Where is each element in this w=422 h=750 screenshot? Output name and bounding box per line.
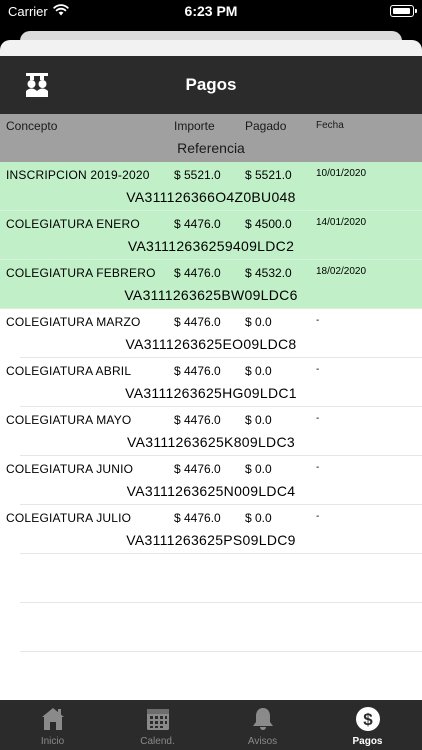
- payment-fecha: 14/01/2020: [316, 217, 367, 228]
- dollar-icon: $: [356, 707, 380, 731]
- payment-referencia: VA31112636259409LDC2: [127, 238, 295, 254]
- column-referencia: Referencia: [177, 140, 245, 156]
- empty-row: [0, 652, 422, 701]
- payment-referencia: VA3111263625N009LDC4: [126, 483, 296, 499]
- tab-label: Avisos: [247, 736, 278, 747]
- payment-referencia: VA3111263625K809LDC3: [127, 434, 295, 450]
- payment-pagado: $ 5521.0: [245, 168, 292, 182]
- bell-icon: [253, 708, 273, 730]
- payment-row[interactable]: COLEGIATURA FEBRERO $ 4476.0 $ 4532.0 18…: [0, 260, 422, 309]
- payment-fecha: 10/01/2020: [316, 168, 367, 179]
- payment-importe: $ 4476.0: [174, 413, 221, 427]
- payment-fecha: -: [316, 364, 320, 375]
- payment-pagado: $ 0.0: [245, 462, 272, 476]
- payment-importe: $ 4476.0: [174, 217, 221, 231]
- payment-importe: $ 5521.0: [174, 168, 221, 182]
- status-time: 6:23 PM: [184, 3, 238, 19]
- payment-row[interactable]: INSCRIPCION 2019-2020 $ 5521.0 $ 5521.0 …: [0, 162, 422, 211]
- tab-label: Calend.: [140, 736, 175, 747]
- payment-fecha: -: [316, 462, 320, 473]
- payment-fecha: -: [316, 511, 320, 522]
- payment-fecha: 18/02/2020: [316, 266, 367, 277]
- battery-icon: [390, 5, 417, 17]
- tab-calendario[interactable]: Calend.: [105, 700, 210, 750]
- payment-referencia: VA3111263625EO09LDC8: [125, 336, 297, 352]
- payment-concepto: COLEGIATURA MAYO: [6, 413, 132, 427]
- payment-referencia: VA3111263625PS09LDC9: [126, 532, 296, 548]
- column-importe: Importe: [174, 119, 215, 133]
- tab-pagos[interactable]: $ Pagos: [315, 700, 420, 750]
- payment-referencia: VA3111263625BW09LDC6: [124, 287, 298, 303]
- payment-concepto: COLEGIATURA JULIO: [6, 511, 132, 525]
- payment-importe: $ 4476.0: [174, 266, 221, 280]
- payment-concepto: COLEGIATURA FEBRERO: [6, 266, 156, 280]
- payment-concepto: COLEGIATURA JUNIO: [6, 462, 134, 476]
- payment-pagado: $ 4500.0: [245, 217, 292, 231]
- payment-pagado: $ 0.0: [245, 511, 272, 525]
- payment-referencia: VA3111263625HG09LDC1: [125, 385, 297, 401]
- tab-label: Pagos: [352, 736, 383, 747]
- tab-inicio[interactable]: Inicio: [0, 700, 105, 750]
- table-header: Concepto Importe Pagado Fecha Referencia: [0, 114, 422, 162]
- payment-row[interactable]: COLEGIATURA JULIO $ 4476.0 $ 0.0 - VA311…: [0, 505, 422, 554]
- page-title: Pagos: [185, 75, 237, 94]
- tab-bar: Inicio Calend. Avisos $ Pagos: [0, 700, 422, 750]
- home-icon: [42, 708, 64, 730]
- payment-referencia: VA311126366O4Z0BU048: [126, 189, 296, 205]
- payment-row[interactable]: COLEGIATURA JUNIO $ 4476.0 $ 0.0 - VA311…: [0, 456, 422, 505]
- column-concepto: Concepto: [6, 119, 58, 133]
- payment-importe: $ 4476.0: [174, 462, 221, 476]
- payment-concepto: INSCRIPCION 2019-2020: [6, 168, 150, 182]
- column-fecha: Fecha: [316, 120, 344, 131]
- status-bar: Carrier 6:23 PM: [0, 0, 422, 22]
- payment-row[interactable]: COLEGIATURA MARZO $ 4476.0 $ 0.0 - VA311…: [0, 309, 422, 358]
- nav-header: Pagos: [0, 56, 422, 114]
- payment-row[interactable]: COLEGIATURA MAYO $ 4476.0 $ 0.0 - VA3111…: [0, 407, 422, 456]
- payment-concepto: COLEGIATURA MARZO: [6, 315, 141, 329]
- payment-importe: $ 4476.0: [174, 315, 221, 329]
- payment-pagado: $ 0.0: [245, 315, 272, 329]
- tab-avisos[interactable]: Avisos: [210, 700, 315, 750]
- payment-row[interactable]: COLEGIATURA ABRIL $ 4476.0 $ 0.0 - VA311…: [0, 358, 422, 407]
- calendar-icon: [147, 709, 169, 730]
- payments-list: INSCRIPCION 2019-2020 $ 5521.0 $ 5521.0 …: [0, 162, 422, 701]
- column-pagado: Pagado: [245, 119, 287, 133]
- svg-text:$: $: [363, 710, 373, 729]
- payment-pagado: $ 0.0: [245, 413, 272, 427]
- payment-row[interactable]: COLEGIATURA ENERO $ 4476.0 $ 4500.0 14/0…: [0, 211, 422, 260]
- payment-importe: $ 4476.0: [174, 511, 221, 525]
- payment-fecha: -: [316, 413, 320, 424]
- payments-sheet: Pagos Concepto Importe Pagado Fecha Refe…: [0, 40, 422, 750]
- payment-fecha: -: [316, 315, 320, 326]
- payment-importe: $ 4476.0: [174, 364, 221, 378]
- tab-label: Inicio: [40, 736, 65, 747]
- payment-concepto: COLEGIATURA ABRIL: [6, 364, 132, 378]
- payment-concepto: COLEGIATURA ENERO: [6, 217, 140, 231]
- empty-row: [0, 554, 422, 603]
- payment-pagado: $ 4532.0: [245, 266, 292, 280]
- empty-row: [0, 603, 422, 652]
- payment-pagado: $ 0.0: [245, 364, 272, 378]
